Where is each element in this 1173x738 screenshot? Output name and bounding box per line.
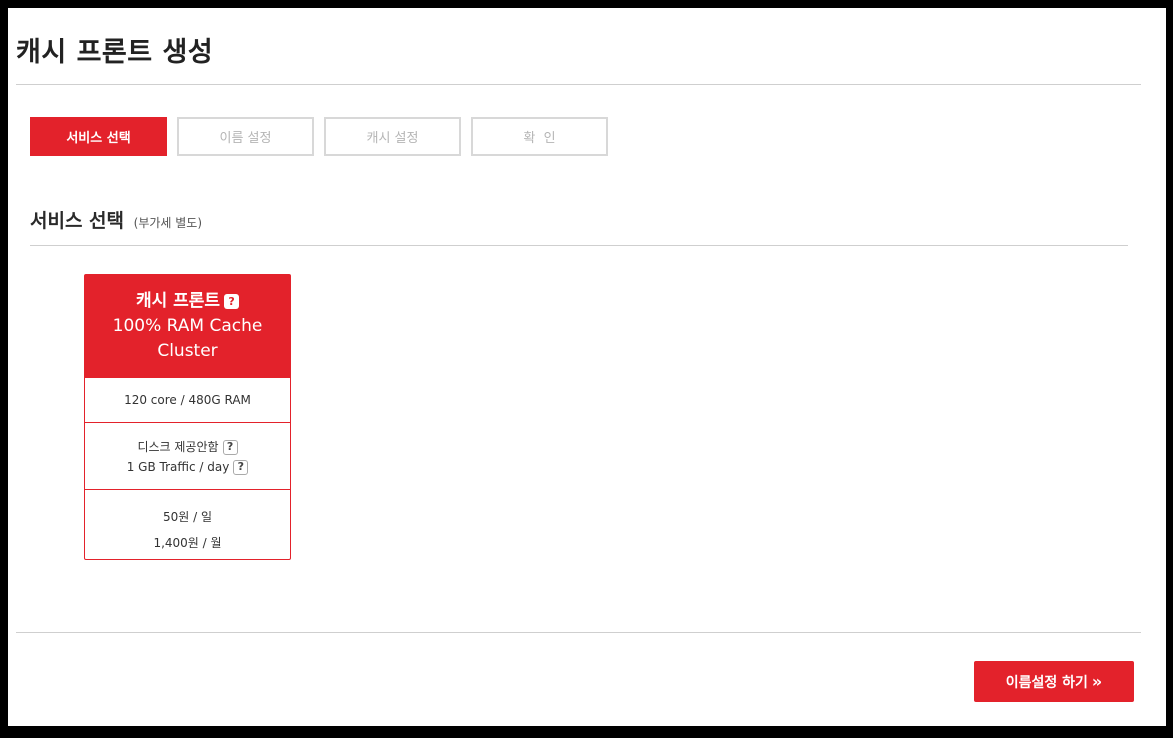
- step-confirm[interactable]: 확 인: [471, 117, 608, 156]
- service-card-spec: 120 core / 480G RAM: [85, 377, 290, 422]
- service-card-price-day: 50원 / 일: [162, 510, 213, 524]
- service-card-name: 캐시 프론트: [135, 291, 221, 311]
- service-card-storage: 디스크 제공안함? 1 GB Traffic / day?: [85, 422, 290, 489]
- page-frame: 캐시 프론트 생성 서비스 선택 이름 설정 캐시 설정 확 인 서비스 선택 …: [8, 8, 1166, 726]
- service-card-traffic: 1 GB Traffic / day: [126, 460, 230, 474]
- step-cache-setting[interactable]: 캐시 설정: [324, 117, 461, 156]
- question-icon[interactable]: ?: [224, 294, 240, 309]
- service-card-desc-line2: Cluster: [157, 341, 218, 361]
- disk-question-icon[interactable]: ?: [222, 439, 238, 455]
- page-title: 캐시 프론트 생성: [16, 37, 214, 68]
- section-title: 서비스 선택 (부가세 별도): [30, 206, 202, 233]
- double-chevron-right-icon: »: [1091, 672, 1103, 691]
- service-card-desc-line1: 100% RAM Cache: [112, 316, 263, 336]
- traffic-question-icon[interactable]: ?: [233, 459, 249, 475]
- service-card-header: 캐시 프론트? 100% RAM Cache Cluster: [85, 275, 290, 377]
- next-name-setting-button[interactable]: 이름설정 하기 »: [974, 661, 1134, 702]
- step-service-select[interactable]: 서비스 선택: [30, 117, 167, 156]
- section-title-text: 서비스 선택: [30, 210, 125, 232]
- step-indicator: 서비스 선택 이름 설정 캐시 설정 확 인: [30, 117, 608, 156]
- service-card-disk: 디스크 제공안함: [137, 440, 219, 454]
- footer-divider: [16, 632, 1141, 633]
- next-button-label: 이름설정 하기: [1005, 674, 1088, 691]
- service-card-price-month: 1,400원 / 월: [153, 536, 222, 550]
- section-divider: [30, 245, 1128, 246]
- service-card-cache-front[interactable]: 캐시 프론트? 100% RAM Cache Cluster 120 core …: [84, 274, 291, 560]
- step-name-setting[interactable]: 이름 설정: [177, 117, 314, 156]
- section-subtitle: (부가세 별도): [133, 216, 203, 230]
- title-divider: [16, 84, 1141, 85]
- service-card-price: 50원 / 일 1,400원 / 월: [85, 489, 290, 559]
